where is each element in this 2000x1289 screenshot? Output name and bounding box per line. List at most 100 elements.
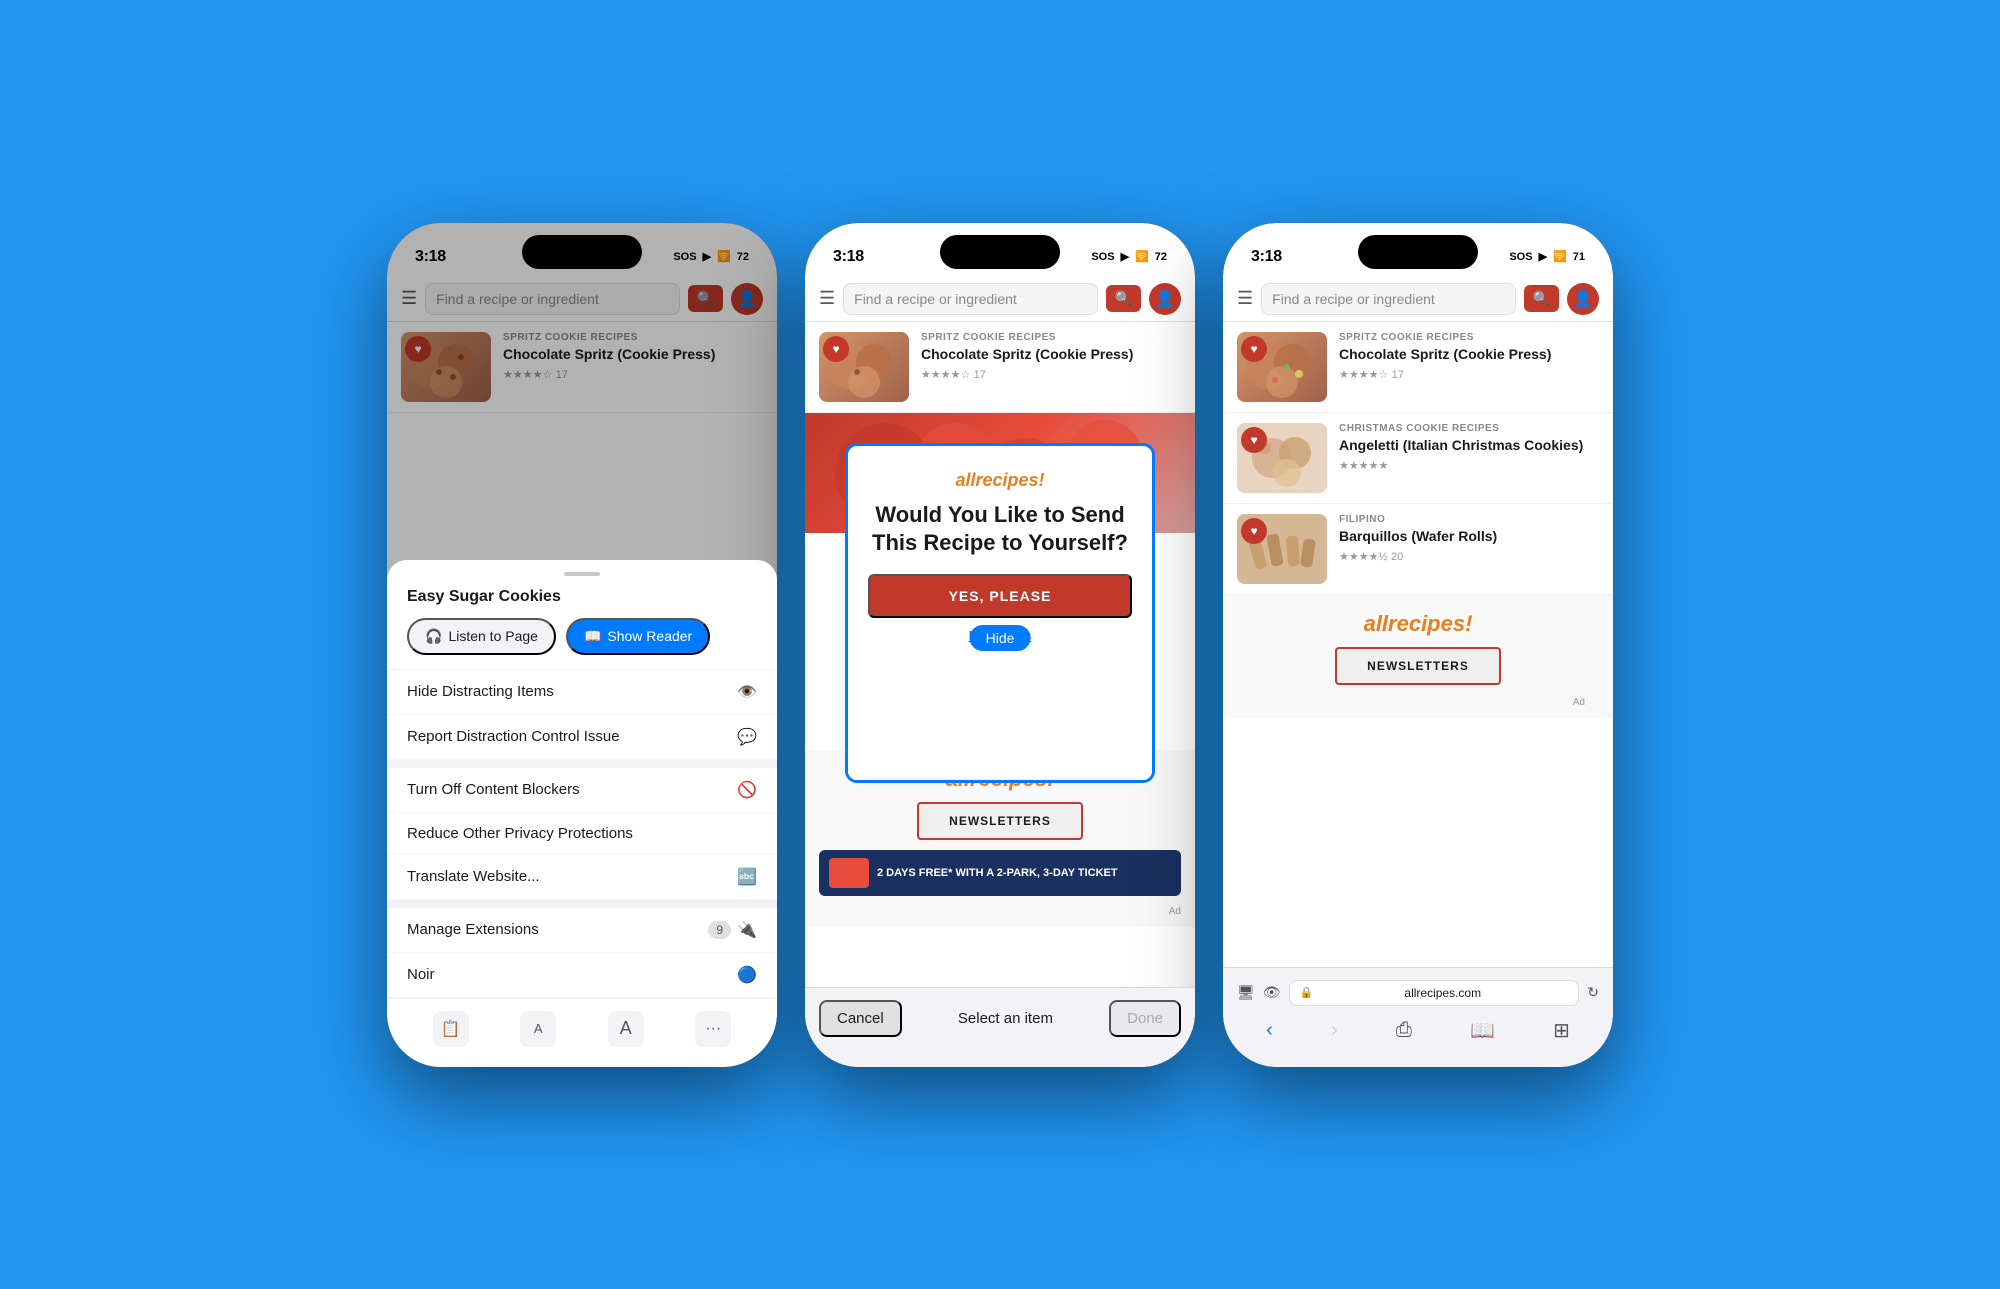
browser-bar-3: 🖥 👁 🔒 allrecipes.com ↻ ‹ › ⎙ 📖 ⊞ [1223, 967, 1613, 1067]
translate-icon: 🔤 [737, 867, 757, 887]
eye-icon: 👁 [1263, 984, 1281, 1001]
sheet-menu-1: Hide Distracting Items 👁️ Report Distrac… [387, 669, 777, 998]
search-placeholder-3: Find a recipe or ingredient [1272, 291, 1504, 307]
menu-item-label-extensions: Manage Extensions [407, 921, 539, 938]
recipe-category-3-0: SPRITZ COOKIE RECIPES [1339, 332, 1599, 343]
selection-bar-2: Cancel Select an item Done [805, 987, 1195, 1067]
sheet-actions-1: 🎧 Listen to Page 📖 Show Reader [387, 618, 777, 669]
url-text-3: allrecipes.com [1317, 986, 1568, 1000]
listen-button[interactable]: 🎧 Listen to Page [407, 618, 556, 655]
recipe-title-3-2: Barquillos (Wafer Rolls) [1339, 527, 1599, 545]
headphone-icon: 🎧 [425, 628, 442, 645]
phone-3: 3:18 SOS ▶ 🛜 71 ☰ Find a recipe or ingre… [1223, 223, 1613, 1067]
font-large-icon[interactable]: A [608, 1011, 644, 1047]
menu-icon-3[interactable]: ☰ [1237, 288, 1253, 309]
noir-icon: 🔵 [737, 965, 757, 985]
menu-item-privacy[interactable]: Reduce Other Privacy Protections [387, 813, 777, 855]
done-button-2[interactable]: Done [1109, 1000, 1181, 1037]
menu-item-label-privacy: Reduce Other Privacy Protections [407, 825, 633, 842]
font-small-icon[interactable]: A [520, 1011, 556, 1047]
refresh-icon-3[interactable]: ↻ [1587, 984, 1599, 1001]
heart-btn-3-2[interactable]: ♥ [1241, 518, 1267, 544]
heart-btn-3-0[interactable]: ♥ [1241, 336, 1267, 362]
recipe-info-3-0: SPRITZ COOKIE RECIPES Chocolate Spritz (… [1339, 332, 1599, 381]
browser-nav-3: ‹ › ⎙ 📖 ⊞ [1223, 1014, 1613, 1043]
recipe-info-3-1: CHRISTMAS COOKIE RECIPES Angeletti (Ital… [1339, 423, 1599, 472]
search-input-wrap-3[interactable]: Find a recipe or ingredient [1261, 283, 1515, 315]
phones-container: 3:18 SOS ▶ 🛜 72 ☰ Find a recipe or ingre… [387, 223, 1613, 1067]
modal-dialog-2: allrecipes! Would You Like to Send This … [845, 443, 1155, 783]
recipe-card-3-2[interactable]: ♥ FILIPINO Barquillos (Wafer Rolls) ★★★★… [1223, 504, 1613, 595]
menu-item-report-distraction[interactable]: Report Distraction Control Issue 💬 [387, 715, 777, 760]
back-icon-3[interactable]: ‹ [1266, 1019, 1273, 1042]
select-item-label: Select an item [910, 1010, 1101, 1027]
monitor-icon: 🖥 [1237, 984, 1255, 1001]
menu-item-noir[interactable]: Noir 🔵 [387, 953, 777, 998]
block-icon: 🚫 [737, 780, 757, 800]
recipe-card-3-1[interactable]: ♥ CHRISTMAS COOKIE RECIPES Angeletti (It… [1223, 413, 1613, 504]
heart-btn-3-1[interactable]: ♥ [1241, 427, 1267, 453]
search-bar-3: ☰ Find a recipe or ingredient 🔍 👤 [1223, 277, 1613, 322]
allrecipes-logo-3: allrecipes! [1364, 611, 1473, 637]
menu-item-content-blockers[interactable]: Turn Off Content Blockers 🚫 [387, 760, 777, 813]
eye-slash-icon: 👁️ [737, 682, 757, 702]
sheet-title-1: Easy Sugar Cookies [387, 588, 777, 618]
stars-3-1: ★★★★★ [1339, 458, 1599, 472]
ad-badge-3: Ad [1237, 695, 1599, 708]
user-avatar-3[interactable]: 👤 [1567, 283, 1599, 315]
recipe-card-3-0[interactable]: ♥ SPRITZ COOKIE RECIPES Chocolate Spritz… [1223, 322, 1613, 413]
reader-label: Show Reader [607, 628, 692, 644]
bottom-sheet-1: Easy Sugar Cookies 🎧 Listen to Page 📖 Sh… [387, 560, 777, 1067]
recipe-category-3-2: FILIPINO [1339, 514, 1599, 525]
modal-card-2: allrecipes! Would You Like to Send This … [848, 446, 1152, 780]
cancel-button-2[interactable]: Cancel [819, 1000, 902, 1037]
menu-item-label-noir: Noir [407, 966, 435, 983]
extensions-icon: 🔌 [737, 920, 757, 940]
url-bar-3: 🖥 👁 🔒 allrecipes.com ↻ [1223, 976, 1613, 1014]
url-input-3[interactable]: 🔒 allrecipes.com [1289, 980, 1580, 1006]
hide-bubble[interactable]: Hide [970, 625, 1031, 651]
reader-icon: 📖 [584, 628, 601, 645]
search-button-3[interactable]: 🔍 [1524, 285, 1559, 312]
menu-item-translate[interactable]: Translate Website... 🔤 [387, 855, 777, 900]
yes-please-button[interactable]: YES, PLEASE [868, 574, 1132, 618]
more-options-icon[interactable]: ··· [695, 1011, 731, 1047]
listen-label: Listen to Page [448, 628, 538, 644]
bookmarks-icon-3[interactable]: 📖 [1470, 1018, 1495, 1043]
recipe-image-3-2: ♥ [1237, 514, 1327, 584]
modal-overlay-2: allrecipes! Would You Like to Send This … [805, 223, 1195, 1067]
sheet-tools-1: 📋 A A ··· [387, 998, 777, 1047]
share-icon-3[interactable]: ⎙ [1396, 1019, 1412, 1042]
recipe-image-3-0: ♥ [1237, 332, 1327, 402]
menu-item-label-hide: Hide Distracting Items [407, 683, 554, 700]
recipe-title-3-0: Chocolate Spritz (Cookie Press) [1339, 345, 1599, 363]
modal-title-2: Would You Like to Send This Recipe to Yo… [868, 501, 1132, 558]
recipe-title-3-1: Angeletti (Italian Christmas Cookies) [1339, 436, 1599, 454]
dynamic-island-1 [522, 235, 642, 269]
menu-item-label-report: Report Distraction Control Issue [407, 728, 620, 745]
newsletters-button-3[interactable]: NEWSLETTERS [1335, 647, 1501, 685]
recipe-category-3-1: CHRISTMAS COOKIE RECIPES [1339, 423, 1599, 434]
menu-item-hide-distracting[interactable]: Hide Distracting Items 👁️ [387, 670, 777, 715]
time-3: 3:18 [1251, 248, 1282, 266]
status-icons-3: SOS ▶ 🛜 71 [1509, 250, 1585, 263]
menu-item-extensions[interactable]: Manage Extensions 9 🔌 [387, 900, 777, 953]
forward-icon-3[interactable]: › [1331, 1019, 1338, 1042]
dynamic-island-2 [940, 235, 1060, 269]
reader-button[interactable]: 📖 Show Reader [566, 618, 710, 655]
menu-item-label-blockers: Turn Off Content Blockers [407, 781, 580, 798]
stars-3-0: ★★★★☆ 17 [1339, 367, 1599, 381]
recipe-info-3-2: FILIPINO Barquillos (Wafer Rolls) ★★★★½ … [1339, 514, 1599, 563]
tabs-icon-3[interactable]: ⊞ [1553, 1018, 1570, 1043]
extensions-badge: 9 [708, 921, 731, 939]
phone-2: 3:18 SOS ▶ 🛜 72 ☰ Find a recipe or ingre… [805, 223, 1195, 1067]
report-icon: 💬 [737, 727, 757, 747]
stars-3-2: ★★★★½ 20 [1339, 549, 1599, 563]
selection-bar-row-2: Cancel Select an item Done [819, 1000, 1181, 1037]
dynamic-island-3 [1358, 235, 1478, 269]
sheet-handle-1 [564, 572, 600, 576]
lock-icon-3: 🔒 [1300, 986, 1314, 999]
phone-1: 3:18 SOS ▶ 🛜 72 ☰ Find a recipe or ingre… [387, 223, 777, 1067]
recipe-image-3-1: ♥ [1237, 423, 1327, 493]
page-icon[interactable]: 📋 [433, 1011, 469, 1047]
